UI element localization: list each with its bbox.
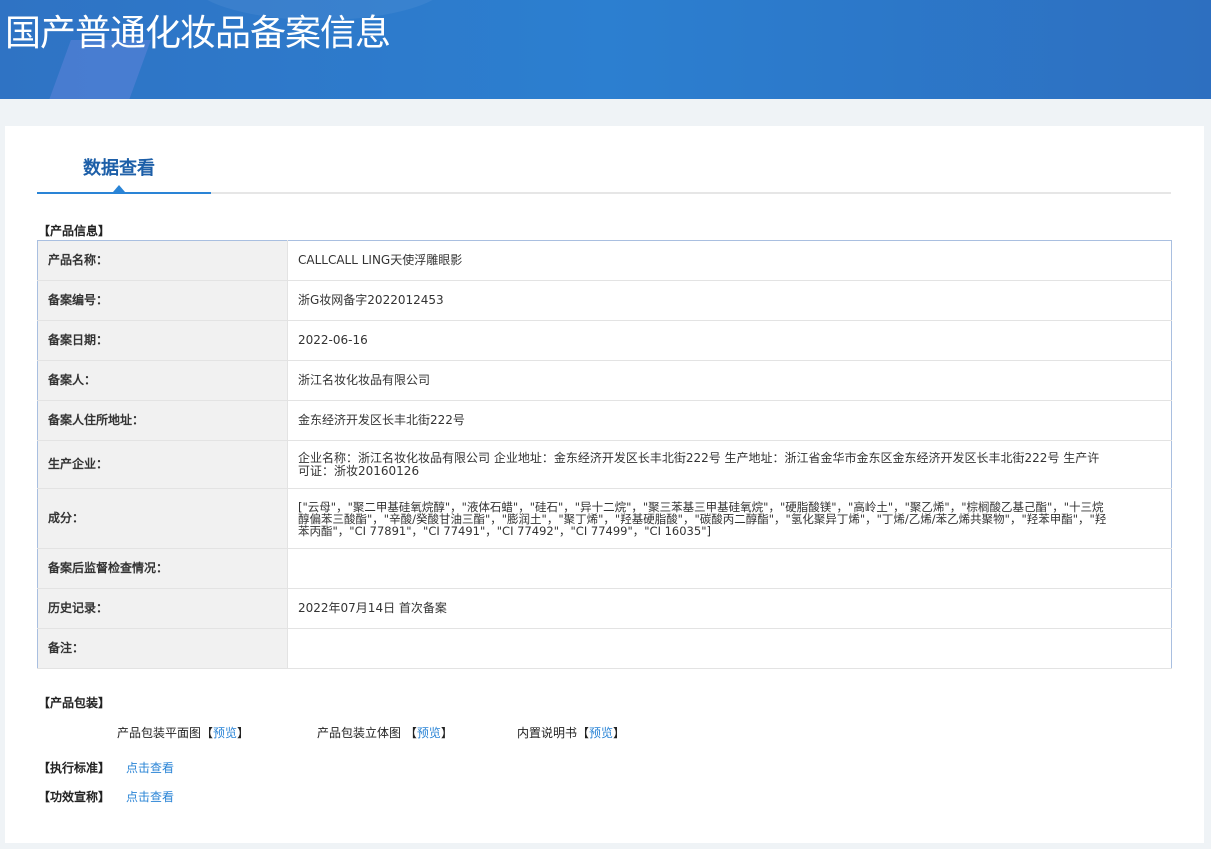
table-row: 备案日期： 2022-06-16 xyxy=(37,320,1172,361)
row-value: CALLCALL LING天使浮雕眼影 xyxy=(287,240,1172,281)
table-row: 备案人： 浙江名妆化妆品有限公司 xyxy=(37,360,1172,401)
preview-link[interactable]: 预览 xyxy=(417,726,441,740)
packaging-3d: 产品包装立体图 【预览】 xyxy=(317,724,453,741)
table-row: 备案后监督检查情况： xyxy=(37,548,1172,589)
row-label: 产品名称： xyxy=(37,240,288,281)
preview-link[interactable]: 预览 xyxy=(589,726,613,740)
content-panel: 数据查看 【产品信息】 产品名称： CALLCALL LING天使浮雕眼影 备案编… xyxy=(5,126,1204,843)
row-value: 金东经济开发区长丰北街222号 xyxy=(287,400,1172,441)
tab-caret-icon xyxy=(113,185,125,192)
table-row: 生产企业： 企业名称：浙江名妆化妆品有限公司 企业地址：金东经济开发区长丰北街22… xyxy=(37,440,1172,489)
table-row: 备案编号： 浙G妆网备字2022012453 xyxy=(37,280,1172,321)
table-row: 备注： xyxy=(37,628,1172,669)
packaging-flat: 产品包装平面图【预览】 xyxy=(117,724,249,741)
row-label: 生产企业： xyxy=(37,440,288,489)
standard-heading: 【执行标准】 xyxy=(38,761,111,775)
packaging-label: 产品包装平面图【 xyxy=(117,726,214,740)
packaging-manual: 内置说明书【预览】 xyxy=(517,724,625,741)
packaging-heading: 【产品包装】 xyxy=(38,696,111,710)
row-label: 历史记录： xyxy=(37,588,288,629)
row-value xyxy=(287,548,1172,589)
row-value: 浙G妆网备字2022012453 xyxy=(287,280,1172,321)
packaging-label: 产品包装立体图 【 xyxy=(317,726,417,740)
packaging-label: 内置说明书【 xyxy=(517,726,590,740)
row-value: ["云母"，"聚二甲基硅氧烷醇"，"液体石蜡"，"硅石"，"异十二烷"，"聚三苯… xyxy=(287,488,1172,549)
row-label: 备案编号： xyxy=(37,280,288,321)
bracket: 】 xyxy=(613,726,626,740)
row-label: 备注： xyxy=(37,628,288,669)
row-label: 备案人： xyxy=(37,360,288,401)
claims-view-link[interactable]: 点击查看 xyxy=(126,788,174,805)
tab-underline xyxy=(37,185,1171,194)
page-title: 国产普通化妆品备案信息 xyxy=(5,13,391,54)
table-row: 历史记录： 2022年07月14日 首次备案 xyxy=(37,588,1172,629)
table-row: 成分： ["云母"，"聚二甲基硅氧烷醇"，"液体石蜡"，"硅石"，"异十二烷"，"… xyxy=(37,488,1172,549)
row-value xyxy=(287,628,1172,669)
preview-link[interactable]: 预览 xyxy=(213,726,237,740)
row-value: 浙江名妆化妆品有限公司 xyxy=(287,360,1172,401)
standard-view-link[interactable]: 点击查看 xyxy=(126,759,174,776)
product-info-table: 产品名称： CALLCALL LING天使浮雕眼影 备案编号： 浙G妆网备字2022… xyxy=(37,240,1172,669)
row-value: 2022-06-16 xyxy=(287,320,1172,361)
row-label: 备案后监督检查情况： xyxy=(37,548,288,589)
tab-data-view[interactable]: 数据查看 xyxy=(83,154,155,180)
product-info-heading: 【产品信息】 xyxy=(38,224,111,238)
row-value: 企业名称：浙江名妆化妆品有限公司 企业地址：金东经济开发区长丰北街222号 生产… xyxy=(287,440,1172,489)
row-label: 备案日期： xyxy=(37,320,288,361)
claims-heading: 【功效宣称】 xyxy=(38,790,111,804)
row-label: 备案人住所地址： xyxy=(37,400,288,441)
table-row: 产品名称： CALLCALL LING天使浮雕眼影 xyxy=(37,240,1172,281)
page-header: 国产普通化妆品备案信息 xyxy=(0,0,1211,99)
table-row: 备案人住所地址： 金东经济开发区长丰北街222号 xyxy=(37,400,1172,441)
bracket: 】 xyxy=(440,726,453,740)
row-label: 成分： xyxy=(37,488,288,549)
bracket: 】 xyxy=(237,726,250,740)
row-value: 2022年07月14日 首次备案 xyxy=(287,588,1172,629)
